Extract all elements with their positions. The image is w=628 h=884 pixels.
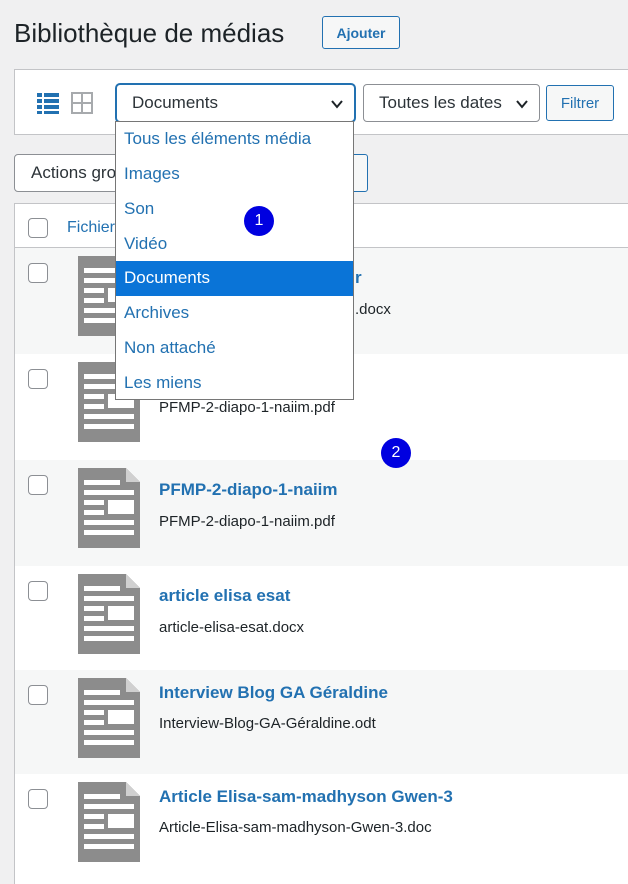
row-title-link[interactable]: PFMP-2-diapo-1-naiim bbox=[159, 480, 338, 500]
row-checkbox[interactable] bbox=[28, 685, 48, 705]
row-title-link[interactable]: Article Elisa-sam-madhyson Gwen-3 bbox=[159, 787, 453, 807]
dropdown-option-unattached[interactable]: Non attaché bbox=[116, 331, 353, 366]
row-filename: Article-Elisa-sam-madhyson-Gwen-3.doc bbox=[159, 819, 432, 836]
grid-view-icon[interactable] bbox=[71, 92, 93, 114]
row-filename: Interview-Blog-GA-Géraldine.odt bbox=[159, 715, 376, 732]
media-type-select-value: Documents bbox=[132, 93, 218, 112]
chevron-down-icon bbox=[331, 100, 343, 109]
row-checkbox[interactable] bbox=[28, 475, 48, 495]
add-media-button[interactable]: Ajouter bbox=[322, 16, 400, 49]
row-title-link[interactable]: article elisa esat bbox=[159, 586, 290, 606]
row-filename: PFMP-2-diapo-1-naiim.pdf bbox=[159, 399, 335, 416]
dropdown-option-mine[interactable]: Les miens bbox=[116, 365, 353, 400]
select-all-checkbox[interactable] bbox=[28, 218, 48, 238]
table-row: PFMP-2-diapo-1-naiim PFMP-2-diapo-1-naii… bbox=[15, 460, 628, 566]
page-title: Bibliothèque de médias bbox=[14, 18, 285, 48]
row-filename: PFMP-2-diapo-1-naiim.pdf bbox=[159, 513, 335, 530]
document-icon bbox=[78, 468, 140, 548]
row-filename: article-elisa-esat.docx bbox=[159, 619, 305, 636]
document-icon bbox=[78, 678, 140, 758]
media-type-select[interactable]: Documents bbox=[116, 84, 355, 122]
row-filename: .docx bbox=[355, 301, 391, 318]
table-row: article elisa esat article-elisa-esat.do… bbox=[15, 566, 628, 670]
chevron-down-icon bbox=[516, 100, 528, 109]
dropdown-option-video[interactable]: Vidéo bbox=[116, 226, 353, 261]
document-icon bbox=[78, 782, 140, 862]
dropdown-option-audio[interactable]: Son bbox=[116, 192, 353, 227]
date-filter-select-value: Toutes les dates bbox=[379, 93, 502, 112]
file-column-header[interactable]: Fichier bbox=[67, 219, 115, 237]
document-icon bbox=[78, 574, 140, 654]
annotation-marker-1: 1 bbox=[244, 206, 274, 236]
media-type-dropdown: Tous les éléments média Images Son Vidéo… bbox=[115, 121, 354, 400]
row-checkbox[interactable] bbox=[28, 263, 48, 283]
list-view-icon[interactable] bbox=[37, 92, 59, 114]
filter-button[interactable]: Filtrer bbox=[546, 85, 614, 121]
row-checkbox[interactable] bbox=[28, 789, 48, 809]
row-title-link[interactable]: r bbox=[355, 268, 362, 288]
row-checkbox[interactable] bbox=[28, 581, 48, 601]
date-filter-select[interactable]: Toutes les dates bbox=[363, 84, 540, 122]
dropdown-option-all[interactable]: Tous les éléments média bbox=[116, 122, 353, 157]
dropdown-option-documents[interactable]: Documents bbox=[116, 261, 353, 296]
dropdown-option-archives[interactable]: Archives bbox=[116, 296, 353, 331]
table-row: Article Elisa-sam-madhyson Gwen-3 Articl… bbox=[15, 774, 628, 884]
dropdown-option-images[interactable]: Images bbox=[116, 157, 353, 192]
row-title-link[interactable]: Interview Blog GA Géraldine bbox=[159, 683, 388, 703]
table-row: Interview Blog GA Géraldine Interview-Bl… bbox=[15, 670, 628, 774]
annotation-marker-2: 2 bbox=[381, 438, 411, 468]
row-checkbox[interactable] bbox=[28, 369, 48, 389]
